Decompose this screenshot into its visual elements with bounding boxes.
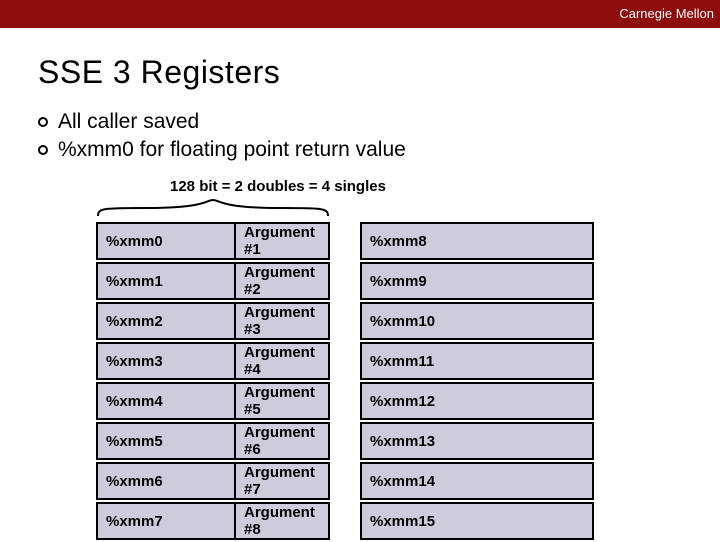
bullet-item: All caller saved (38, 110, 406, 134)
reg-arg-cell: Argument #8 (236, 502, 330, 540)
bullet-list: All caller saved %xmm0 for floating poin… (38, 110, 406, 166)
bullet-icon (38, 145, 48, 155)
table-row: %xmm1 Argument #2 %xmm9 (96, 262, 594, 300)
reg-name-cell: %xmm15 (360, 502, 594, 540)
table-row: %xmm3 Argument #4 %xmm11 (96, 342, 594, 380)
table-row: %xmm4 Argument #5 %xmm12 (96, 382, 594, 420)
reg-name-cell: %xmm3 (96, 342, 236, 380)
reg-name-cell: %xmm8 (360, 222, 594, 260)
reg-name-cell: %xmm14 (360, 462, 594, 500)
reg-arg-cell: Argument #1 (236, 222, 330, 260)
table-row: %xmm2 Argument #3 %xmm10 (96, 302, 594, 340)
reg-name-cell: %xmm13 (360, 422, 594, 460)
gap (330, 302, 360, 340)
reg-name-cell: %xmm9 (360, 262, 594, 300)
reg-arg-cell: Argument #6 (236, 422, 330, 460)
bullet-item: %xmm0 for floating point return value (38, 138, 406, 162)
reg-name-cell: %xmm12 (360, 382, 594, 420)
gap (330, 262, 360, 300)
reg-name-cell: %xmm6 (96, 462, 236, 500)
reg-name-cell: %xmm10 (360, 302, 594, 340)
bullet-text: All caller saved (58, 110, 199, 134)
brand-label: Carnegie Mellon (619, 6, 714, 21)
register-table: %xmm0 Argument #1 %xmm8 %xmm1 Argument #… (96, 220, 594, 542)
table-row: %xmm6 Argument #7 %xmm14 (96, 462, 594, 500)
reg-name-cell: %xmm0 (96, 222, 236, 260)
reg-name-cell: %xmm4 (96, 382, 236, 420)
curly-brace-icon (96, 198, 330, 218)
reg-name-cell: %xmm7 (96, 502, 236, 540)
reg-arg-cell: Argument #5 (236, 382, 330, 420)
bullet-icon (38, 117, 48, 127)
reg-name-cell: %xmm11 (360, 342, 594, 380)
reg-name-cell: %xmm2 (96, 302, 236, 340)
reg-arg-cell: Argument #3 (236, 302, 330, 340)
brace-caption: 128 bit = 2 doubles = 4 singles (170, 178, 386, 195)
slide: Carnegie Mellon SSE 3 Registers All call… (0, 0, 720, 540)
gap (330, 502, 360, 540)
slide-title: SSE 3 Registers (38, 54, 280, 91)
topbar: Carnegie Mellon (0, 0, 720, 28)
gap (330, 222, 360, 260)
table-row: %xmm5 Argument #6 %xmm13 (96, 422, 594, 460)
reg-arg-cell: Argument #4 (236, 342, 330, 380)
gap (330, 422, 360, 460)
reg-arg-cell: Argument #7 (236, 462, 330, 500)
gap (330, 342, 360, 380)
table-row: %xmm7 Argument #8 %xmm15 (96, 502, 594, 540)
reg-name-cell: %xmm5 (96, 422, 236, 460)
gap (330, 462, 360, 500)
gap (330, 382, 360, 420)
table-row: %xmm0 Argument #1 %xmm8 (96, 222, 594, 260)
reg-arg-cell: Argument #2 (236, 262, 330, 300)
reg-name-cell: %xmm1 (96, 262, 236, 300)
bullet-text: %xmm0 for floating point return value (58, 138, 406, 162)
